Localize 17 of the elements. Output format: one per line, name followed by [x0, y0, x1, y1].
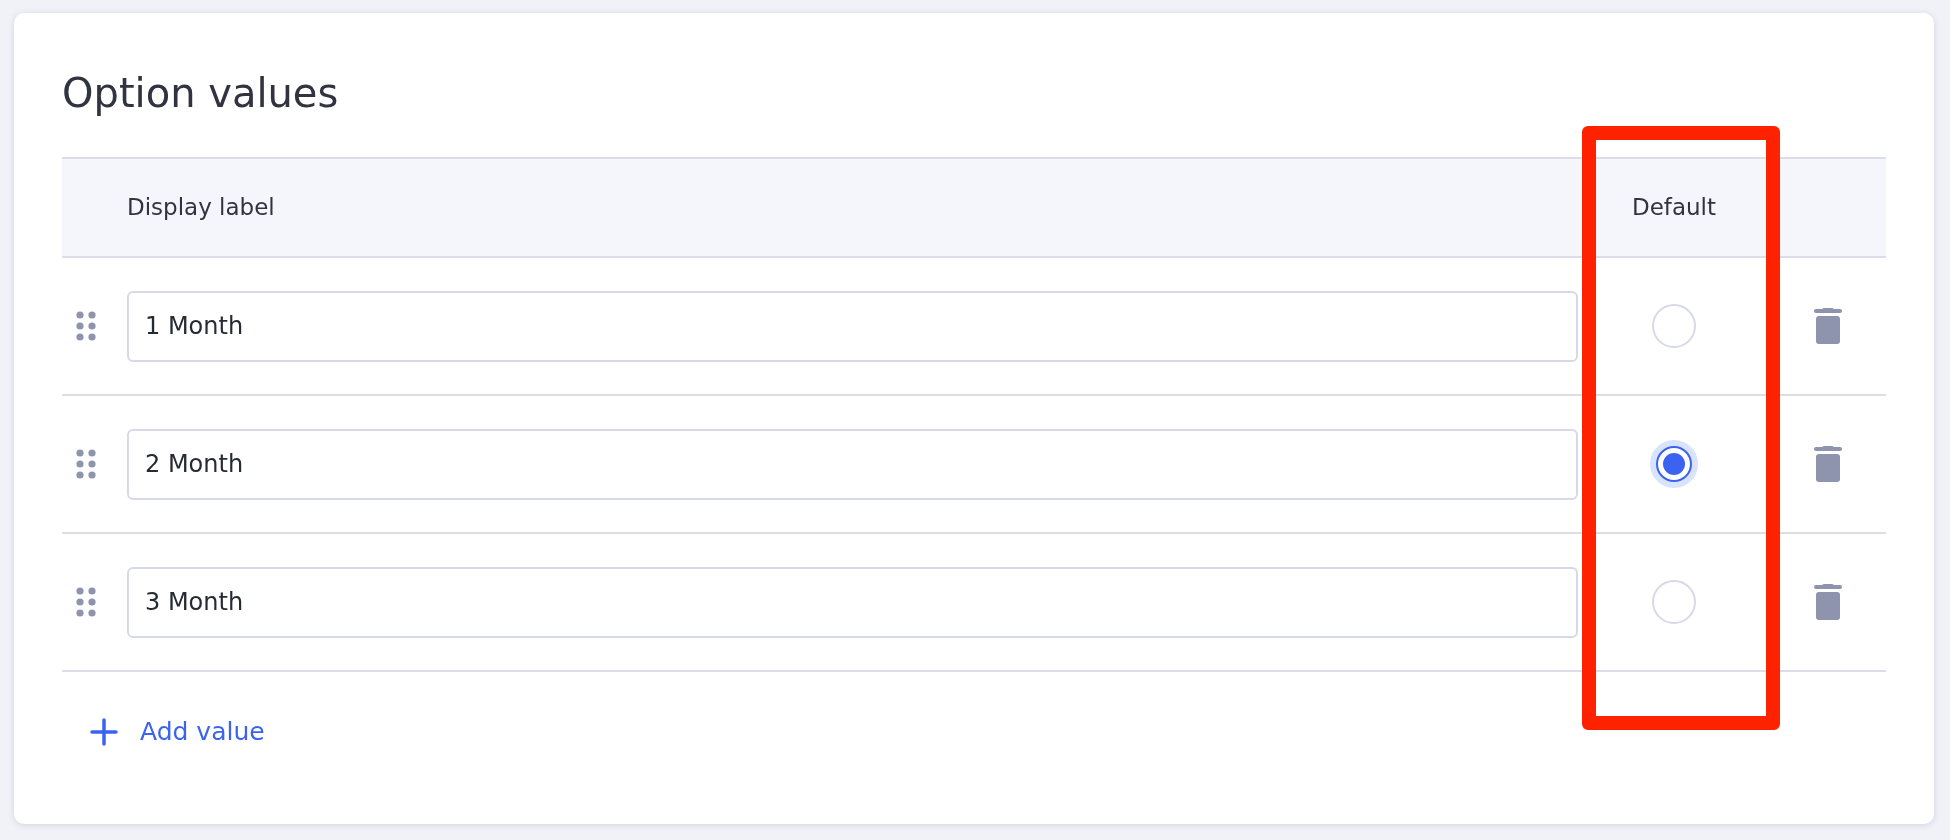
column-header: Display label	[127, 194, 275, 221]
drag-handle-icon[interactable]	[76, 449, 96, 479]
label-input[interactable]: 2 Month	[127, 428, 1578, 500]
radio-button[interactable]	[1652, 304, 1696, 348]
section-title: Option values	[62, 69, 340, 118]
plus-icon	[90, 718, 118, 746]
add-value-button[interactable]: Add value	[90, 713, 265, 751]
trash-icon[interactable]	[1814, 584, 1842, 620]
drag-handle-icon[interactable]	[76, 587, 96, 617]
column-header: Default	[1631, 193, 1716, 223]
drag-handle-icon[interactable]	[76, 311, 96, 341]
trash-icon[interactable]	[1814, 308, 1842, 344]
trash-icon[interactable]	[1814, 446, 1842, 482]
radio-button[interactable]	[1650, 440, 1698, 488]
label-input[interactable]: 1 Month	[127, 290, 1578, 362]
label-input[interactable]: 3 Month	[127, 566, 1578, 638]
radio-button[interactable]	[1652, 580, 1696, 624]
